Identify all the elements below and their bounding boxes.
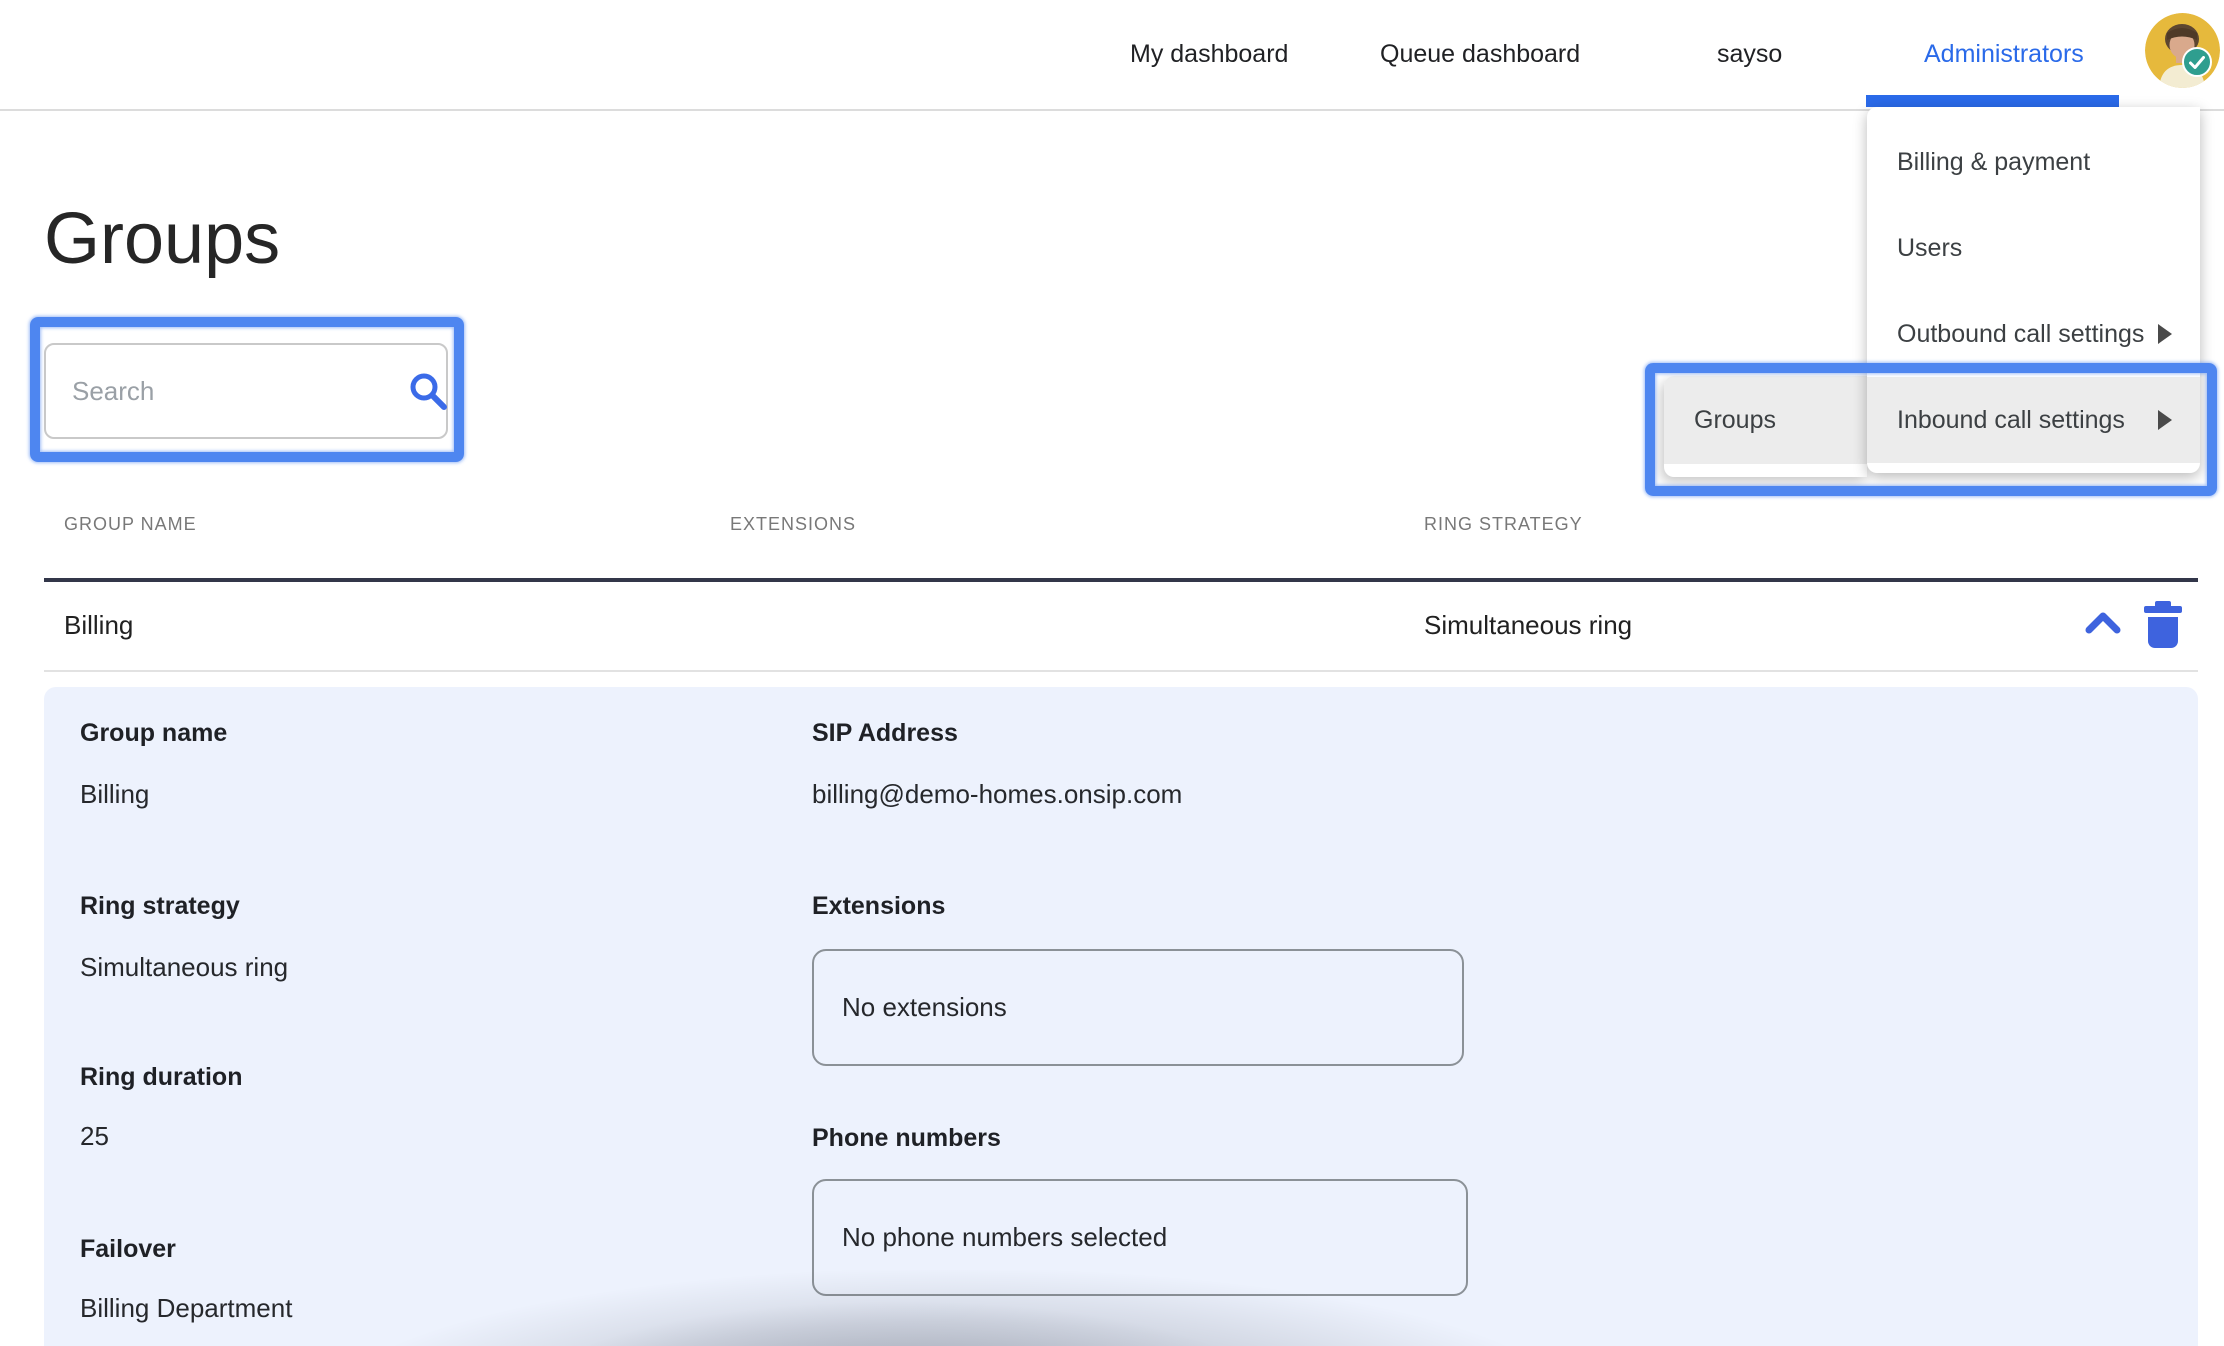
table-row-divider [44, 670, 2198, 672]
page-title: Groups [44, 199, 281, 279]
group-name-value: Billing [80, 779, 150, 809]
ring-strategy-value: Simultaneous ring [80, 952, 289, 982]
menu-item-billing-payment[interactable]: Billing & payment [1867, 119, 2200, 205]
nav-item-administrators[interactable]: Administrators [1924, 40, 2084, 69]
nav-item-queue-dashboard[interactable]: Queue dashboard [1380, 40, 1580, 69]
menu-item-label: Outbound call settings [1897, 319, 2145, 348]
extensions-label: Extensions [812, 892, 946, 920]
user-avatar[interactable] [2145, 13, 2220, 88]
inbound-settings-submenu: Groups [1664, 376, 1867, 477]
column-header-extensions: EXTENSIONS [730, 514, 857, 534]
row-group-name: Billing [64, 610, 134, 640]
phone-numbers-empty-box: No phone numbers selected [812, 1179, 1468, 1296]
search-box [44, 343, 448, 439]
app-window: My dashboard Queue dashboard sayso Admin… [0, 0, 2224, 1346]
trash-icon [2144, 601, 2182, 648]
failover-label: Failover [80, 1235, 176, 1263]
submenu-item-label: Groups [1694, 405, 1776, 434]
row-ring-strategy: Simultaneous ring [1424, 610, 1633, 640]
collapse-row-button[interactable] [2084, 611, 2122, 640]
ring-duration-value: 25 [80, 1121, 109, 1151]
menu-item-label: Billing & payment [1897, 147, 2091, 176]
menu-item-label: Users [1897, 233, 1963, 262]
failover-value: Billing Department [80, 1293, 293, 1323]
column-header-group-name: GROUP NAME [64, 514, 197, 534]
menu-item-label: Inbound call settings [1897, 405, 2125, 434]
check-icon [2189, 55, 2205, 69]
ring-duration-label: Ring duration [80, 1063, 243, 1091]
table-header-divider [44, 578, 2198, 582]
avatar-photo [2145, 13, 2220, 88]
active-tab-underline [1866, 95, 2119, 107]
extensions-empty-box: No extensions [812, 949, 1464, 1066]
group-name-label: Group name [80, 719, 228, 747]
menu-item-inbound-call-settings[interactable]: Inbound call settings [1867, 377, 2200, 463]
top-navigation [0, 0, 2224, 110]
ring-strategy-label: Ring strategy [80, 892, 240, 920]
group-detail-panel: Group name Billing Ring strategy Simulta… [44, 687, 2198, 1346]
submenu-arrow-icon [2158, 324, 2172, 344]
status-check-badge [2182, 47, 2212, 77]
search-icon[interactable] [407, 370, 449, 412]
column-header-ring-strategy: RING STRATEGY [1424, 514, 1583, 534]
phone-numbers-label: Phone numbers [812, 1124, 1001, 1152]
search-input[interactable] [46, 345, 407, 437]
sip-address-label: SIP Address [812, 719, 958, 747]
nav-item-my-dashboard[interactable]: My dashboard [1130, 40, 1288, 69]
phone-numbers-empty-text: No phone numbers selected [842, 1222, 1168, 1252]
sip-address-value: billing@demo-homes.onsip.com [812, 779, 1183, 809]
submenu-arrow-icon [2158, 410, 2172, 430]
menu-item-outbound-call-settings[interactable]: Outbound call settings [1867, 291, 2200, 377]
extensions-empty-text: No extensions [842, 992, 1007, 1022]
nav-item-sayso[interactable]: sayso [1717, 40, 1782, 69]
chevron-up-icon [2085, 612, 2121, 634]
administrators-dropdown-menu: Billing & payment Users Outbound call se… [1867, 107, 2200, 473]
menu-item-users[interactable]: Users [1867, 205, 2200, 291]
delete-group-button[interactable] [2142, 601, 2184, 654]
submenu-item-groups[interactable]: Groups [1664, 376, 1867, 464]
